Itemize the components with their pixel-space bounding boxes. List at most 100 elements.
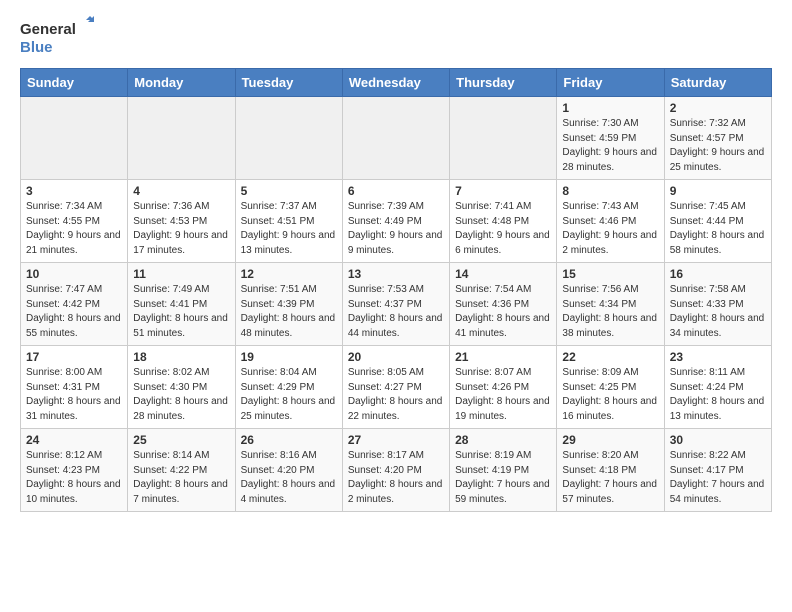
day-info: Sunrise: 8:07 AM Sunset: 4:26 PM Dayligh… [455,366,551,424]
day-info: Sunrise: 7:51 AM Sunset: 4:39 PM Dayligh… [241,283,337,341]
calendar-cell: 30 Sunrise: 8:22 AM Sunset: 4:17 PM Dayli… [664,429,771,512]
day-info: Sunrise: 7:34 AM Sunset: 4:55 PM Dayligh… [26,200,122,258]
day-info: Sunrise: 7:45 AM Sunset: 4:44 PM Dayligh… [670,200,766,258]
calendar-week-row: 1 Sunrise: 7:30 AM Sunset: 4:59 PM Daylig… [21,97,772,180]
day-number: 1 [562,101,658,115]
day-number: 8 [562,184,658,198]
day-info: Sunrise: 8:04 AM Sunset: 4:29 PM Dayligh… [241,366,337,424]
day-number: 20 [348,350,444,364]
day-info: Sunrise: 8:19 AM Sunset: 4:19 PM Dayligh… [455,449,551,507]
calendar-cell: 13 Sunrise: 7:53 AM Sunset: 4:37 PM Dayli… [342,263,449,346]
calendar-week-row: 17 Sunrise: 8:00 AM Sunset: 4:31 PM Dayli… [21,346,772,429]
calendar-cell: 2Sunrise: 7:32 AM Sunset: 4:57 PM Daylig… [664,97,771,180]
day-number: 13 [348,267,444,281]
calendar-cell: 24 Sunrise: 8:12 AM Sunset: 4:23 PM Dayli… [21,429,128,512]
calendar-cell [342,97,449,180]
day-number: 10 [26,267,122,281]
day-number: 23 [670,350,766,364]
day-info: Sunrise: 8:00 AM Sunset: 4:31 PM Dayligh… [26,366,122,424]
day-number: 28 [455,433,551,447]
day-number: 29 [562,433,658,447]
day-number: 15 [562,267,658,281]
day-number: 24 [26,433,122,447]
day-header-sunday: Sunday [21,69,128,97]
day-number: 26 [241,433,337,447]
logo-svg: General Blue [20,16,100,60]
day-number: 22 [562,350,658,364]
day-info: Sunrise: 8:20 AM Sunset: 4:18 PM Dayligh… [562,449,658,507]
day-number: 27 [348,433,444,447]
day-info: Sunrise: 8:09 AM Sunset: 4:25 PM Dayligh… [562,366,658,424]
day-info: Sunrise: 7:36 AM Sunset: 4:53 PM Dayligh… [133,200,229,258]
calendar-cell: 22 Sunrise: 8:09 AM Sunset: 4:25 PM Dayli… [557,346,664,429]
calendar-cell: 29 Sunrise: 8:20 AM Sunset: 4:18 PM Dayli… [557,429,664,512]
calendar-cell: 20 Sunrise: 8:05 AM Sunset: 4:27 PM Dayli… [342,346,449,429]
calendar-cell: 11 Sunrise: 7:49 AM Sunset: 4:41 PM Dayli… [128,263,235,346]
day-number: 7 [455,184,551,198]
day-info: Sunrise: 8:22 AM Sunset: 4:17 PM Dayligh… [670,449,766,507]
calendar-cell: 26 Sunrise: 8:16 AM Sunset: 4:20 PM Dayli… [235,429,342,512]
day-number: 30 [670,433,766,447]
day-header-saturday: Saturday [664,69,771,97]
calendar-cell: 19 Sunrise: 8:04 AM Sunset: 4:29 PM Dayli… [235,346,342,429]
day-number: 5 [241,184,337,198]
calendar-week-row: 3Sunrise: 7:34 AM Sunset: 4:55 PM Daylig… [21,180,772,263]
day-number: 4 [133,184,229,198]
day-info: Sunrise: 7:56 AM Sunset: 4:34 PM Dayligh… [562,283,658,341]
calendar-cell: 3Sunrise: 7:34 AM Sunset: 4:55 PM Daylig… [21,180,128,263]
day-header-thursday: Thursday [450,69,557,97]
day-header-friday: Friday [557,69,664,97]
day-info: Sunrise: 7:53 AM Sunset: 4:37 PM Dayligh… [348,283,444,341]
day-number: 11 [133,267,229,281]
calendar-week-row: 24 Sunrise: 8:12 AM Sunset: 4:23 PM Dayli… [21,429,772,512]
day-info: Sunrise: 7:32 AM Sunset: 4:57 PM Dayligh… [670,117,766,175]
day-info: Sunrise: 8:05 AM Sunset: 4:27 PM Dayligh… [348,366,444,424]
day-number: 19 [241,350,337,364]
logo: General Blue [20,16,100,60]
calendar-cell: 15 Sunrise: 7:56 AM Sunset: 4:34 PM Dayli… [557,263,664,346]
calendar-cell: 7Sunrise: 7:41 AM Sunset: 4:48 PM Daylig… [450,180,557,263]
calendar-cell: 6 Sunrise: 7:39 AM Sunset: 4:49 PM Daylig… [342,180,449,263]
calendar-cell: 23Sunrise: 8:11 AM Sunset: 4:24 PM Dayli… [664,346,771,429]
calendar-cell: 27 Sunrise: 8:17 AM Sunset: 4:20 PM Dayli… [342,429,449,512]
calendar-table: SundayMondayTuesdayWednesdayThursdayFrid… [20,68,772,512]
calendar-cell: 28 Sunrise: 8:19 AM Sunset: 4:19 PM Dayli… [450,429,557,512]
day-info: Sunrise: 8:12 AM Sunset: 4:23 PM Dayligh… [26,449,122,507]
day-info: Sunrise: 8:14 AM Sunset: 4:22 PM Dayligh… [133,449,229,507]
svg-text:General: General [20,21,76,38]
day-number: 6 [348,184,444,198]
day-info: Sunrise: 7:54 AM Sunset: 4:36 PM Dayligh… [455,283,551,341]
calendar-cell: 9 Sunrise: 7:45 AM Sunset: 4:44 PM Daylig… [664,180,771,263]
calendar-cell [128,97,235,180]
day-number: 12 [241,267,337,281]
day-info: Sunrise: 7:43 AM Sunset: 4:46 PM Dayligh… [562,200,658,258]
day-info: Sunrise: 7:58 AM Sunset: 4:33 PM Dayligh… [670,283,766,341]
day-info: Sunrise: 7:37 AM Sunset: 4:51 PM Dayligh… [241,200,337,258]
day-header-monday: Monday [128,69,235,97]
day-info: Sunrise: 7:39 AM Sunset: 4:49 PM Dayligh… [348,200,444,258]
day-header-tuesday: Tuesday [235,69,342,97]
day-number: 25 [133,433,229,447]
day-number: 18 [133,350,229,364]
calendar-cell: 5 Sunrise: 7:37 AM Sunset: 4:51 PM Daylig… [235,180,342,263]
day-info: Sunrise: 7:47 AM Sunset: 4:42 PM Dayligh… [26,283,122,341]
day-number: 14 [455,267,551,281]
day-info: Sunrise: 8:02 AM Sunset: 4:30 PM Dayligh… [133,366,229,424]
day-number: 9 [670,184,766,198]
calendar-cell: 8 Sunrise: 7:43 AM Sunset: 4:46 PM Daylig… [557,180,664,263]
day-number: 17 [26,350,122,364]
calendar-cell: 14 Sunrise: 7:54 AM Sunset: 4:36 PM Dayli… [450,263,557,346]
calendar-cell: 1 Sunrise: 7:30 AM Sunset: 4:59 PM Daylig… [557,97,664,180]
calendar-cell: 17 Sunrise: 8:00 AM Sunset: 4:31 PM Dayli… [21,346,128,429]
calendar-header-row: SundayMondayTuesdayWednesdayThursdayFrid… [21,69,772,97]
day-info: Sunrise: 7:49 AM Sunset: 4:41 PM Dayligh… [133,283,229,341]
calendar-cell: 4 Sunrise: 7:36 AM Sunset: 4:53 PM Daylig… [128,180,235,263]
day-header-wednesday: Wednesday [342,69,449,97]
calendar-week-row: 10 Sunrise: 7:47 AM Sunset: 4:42 PM Dayli… [21,263,772,346]
calendar-cell: 21Sunrise: 8:07 AM Sunset: 4:26 PM Dayli… [450,346,557,429]
day-info: Sunrise: 7:30 AM Sunset: 4:59 PM Dayligh… [562,117,658,175]
calendar-cell [235,97,342,180]
calendar-cell: 10 Sunrise: 7:47 AM Sunset: 4:42 PM Dayli… [21,263,128,346]
day-info: Sunrise: 8:16 AM Sunset: 4:20 PM Dayligh… [241,449,337,507]
day-info: Sunrise: 8:17 AM Sunset: 4:20 PM Dayligh… [348,449,444,507]
